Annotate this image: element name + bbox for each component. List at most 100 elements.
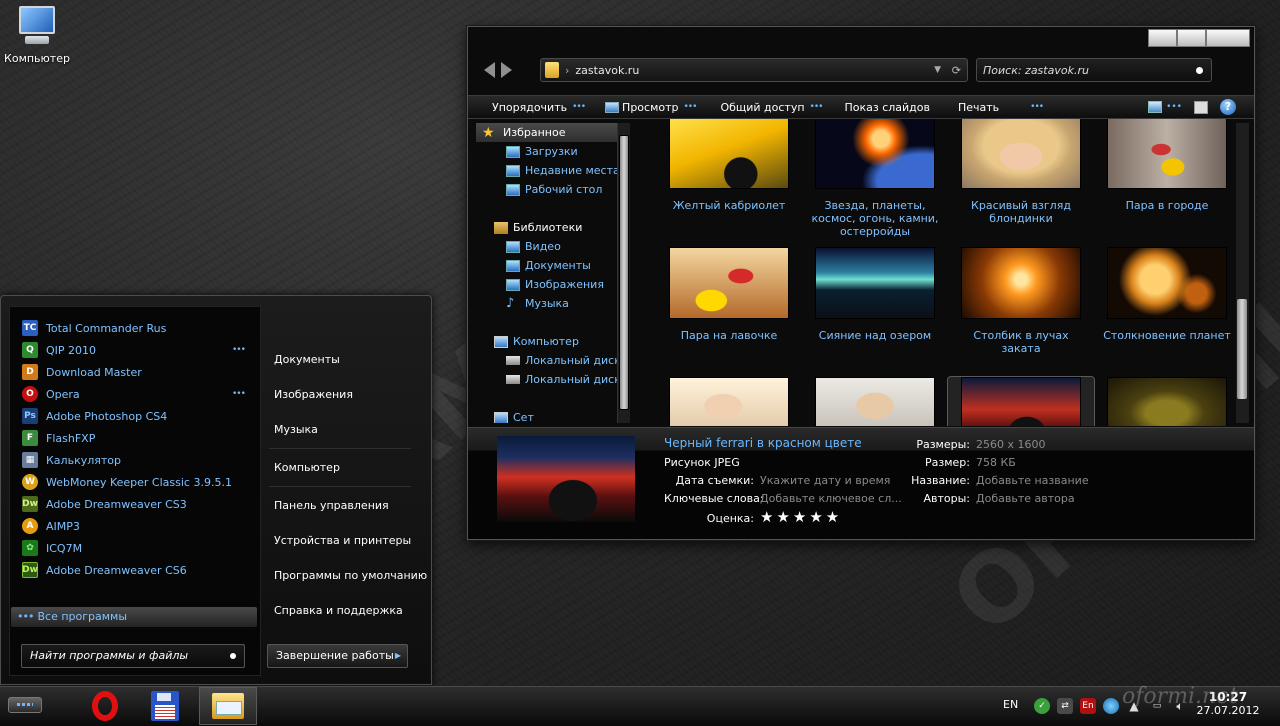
scrollbar-thumb[interactable] bbox=[619, 135, 629, 410]
program-download-master[interactable]: D Download Master bbox=[22, 361, 142, 383]
all-programs-button[interactable]: ••• Все программы bbox=[11, 607, 257, 627]
file-item[interactable]: Столбик в лучах заката bbox=[948, 247, 1094, 377]
language-indicator[interactable]: EN bbox=[1003, 698, 1018, 711]
more-icon: ••• bbox=[1030, 102, 1044, 112]
program-total-commander[interactable]: TC Total Commander Rus bbox=[22, 317, 166, 339]
nav-video[interactable]: Видео bbox=[476, 237, 631, 256]
close-button[interactable] bbox=[1206, 29, 1250, 47]
file-item[interactable]: Желтый кабриолет bbox=[656, 119, 802, 247]
search-icon[interactable] bbox=[1196, 67, 1203, 74]
program-photoshop[interactable]: Ps Adobe Photoshop CS4 bbox=[22, 405, 167, 427]
refresh-icon[interactable]: ⟳ bbox=[952, 64, 961, 77]
program-webmoney[interactable]: W WebMoney Keeper Classic 3.9.5.1 bbox=[22, 471, 232, 493]
change-view-icon[interactable] bbox=[1148, 101, 1163, 113]
nav-recent-places[interactable]: Недавние места bbox=[476, 161, 631, 180]
program-calculator[interactable]: ▦ Калькулятор bbox=[22, 449, 121, 471]
library-icon bbox=[494, 221, 508, 234]
slideshow-button[interactable]: Показ слайдов bbox=[844, 101, 930, 114]
help-icon[interactable]: ? bbox=[1220, 99, 1236, 115]
taskbar-save-app[interactable] bbox=[136, 687, 194, 725]
program-flashfxp[interactable]: F FlashFXP bbox=[22, 427, 95, 449]
dropdown-icon[interactable]: ••• bbox=[1166, 102, 1182, 112]
nav-desktop[interactable]: Рабочий стол bbox=[476, 180, 631, 199]
file-item[interactable] bbox=[802, 377, 948, 426]
search-input[interactable]: Поиск: zastavok.ru bbox=[976, 58, 1212, 82]
image-thumbnail bbox=[1107, 119, 1227, 189]
keywords-value[interactable]: Добавьте ключевое сл... bbox=[760, 492, 902, 505]
divider bbox=[269, 448, 411, 449]
more-commands-button[interactable]: ••• bbox=[1025, 102, 1044, 112]
rating-stars[interactable]: ★★★★★ bbox=[760, 508, 842, 526]
preview-pane-icon[interactable] bbox=[1194, 100, 1208, 114]
share-button[interactable]: Общий доступ ••• bbox=[720, 101, 823, 114]
program-aimp3[interactable]: A AIMP3 bbox=[22, 515, 80, 537]
print-button[interactable]: Печать bbox=[958, 101, 999, 114]
start-link-devices-printers[interactable]: Устройства и принтеры bbox=[274, 534, 411, 547]
keyboard-layout-icon[interactable]: En bbox=[1080, 698, 1096, 714]
submenu-icon[interactable]: ••• bbox=[232, 389, 246, 399]
taskbar-opera[interactable] bbox=[76, 687, 134, 725]
globe-icon[interactable] bbox=[1103, 698, 1119, 714]
start-link-computer[interactable]: Компьютер bbox=[274, 461, 340, 474]
program-dreamweaver-cs3[interactable]: Dw Adobe Dreamweaver CS3 bbox=[22, 493, 187, 515]
organize-button[interactable]: Упорядочить ••• bbox=[492, 101, 586, 114]
nav-libraries[interactable]: Библиотеки bbox=[476, 218, 631, 237]
program-qip[interactable]: Q QIP 2010 ••• bbox=[22, 339, 246, 361]
qip-icon: Q bbox=[22, 342, 38, 358]
size-label: Размер: bbox=[925, 456, 970, 469]
authors-value[interactable]: Добавьте автора bbox=[976, 492, 1075, 505]
file-item[interactable]: Столкновение планет bbox=[1094, 247, 1236, 377]
nav-local-disk-d[interactable]: Локальный диск ( bbox=[476, 370, 631, 389]
shutdown-button[interactable]: Завершение работы ▶ bbox=[267, 644, 408, 668]
nav-pictures[interactable]: Изображения bbox=[476, 275, 631, 294]
scrollbar-thumb[interactable] bbox=[1237, 299, 1247, 399]
chevron-right-icon[interactable]: ▶ bbox=[395, 645, 401, 667]
maximize-button[interactable] bbox=[1177, 29, 1206, 47]
taskbar-explorer[interactable] bbox=[199, 687, 257, 725]
file-item-selected[interactable] bbox=[947, 376, 1095, 426]
shutdown-label: Завершение работы bbox=[276, 649, 394, 662]
desktop-icon-computer[interactable]: Компьютер bbox=[4, 6, 70, 65]
file-item[interactable]: Пара в городе bbox=[1094, 119, 1236, 247]
title-value[interactable]: Добавьте название bbox=[976, 474, 1089, 487]
file-item[interactable]: Звезда, планеты, космос, огонь, камни, о… bbox=[802, 119, 948, 247]
file-item[interactable] bbox=[656, 377, 802, 426]
program-dreamweaver-cs6[interactable]: Dw Adobe Dreamweaver CS6 bbox=[22, 559, 187, 581]
submenu-icon[interactable]: ••• bbox=[232, 345, 246, 355]
details-pane: Черный ferrari в красном цвете Рисунок J… bbox=[468, 427, 1254, 539]
start-link-music[interactable]: Музыка bbox=[274, 423, 318, 436]
start-link-pictures[interactable]: Изображения bbox=[274, 388, 353, 401]
nav-scrollbar[interactable] bbox=[617, 123, 630, 423]
minimize-button[interactable] bbox=[1148, 29, 1177, 47]
start-link-control-panel[interactable]: Панель управления bbox=[274, 499, 389, 512]
view-button[interactable]: Просмотр ••• bbox=[605, 101, 697, 114]
nav-favorites[interactable]: ★ Избранное bbox=[476, 123, 618, 142]
nav-downloads[interactable]: Загрузки bbox=[476, 142, 631, 161]
nav-music[interactable]: ♪ Музыка bbox=[476, 294, 631, 313]
chevron-down-icon[interactable]: ▼ bbox=[934, 65, 941, 75]
program-icq7m[interactable]: ✿ ICQ7M bbox=[22, 537, 82, 559]
program-opera[interactable]: O Opera ••• bbox=[22, 383, 246, 405]
file-item[interactable]: Пара на лавочке bbox=[656, 247, 802, 377]
start-link-documents[interactable]: Документы bbox=[274, 353, 340, 366]
forward-icon[interactable] bbox=[501, 62, 512, 78]
address-field[interactable]: › zastavok.ru ▼ ⟳ bbox=[540, 58, 968, 82]
icq-tray-icon[interactable]: ✓ bbox=[1034, 698, 1050, 714]
file-item[interactable] bbox=[1094, 377, 1236, 426]
nav-local-disk-c[interactable]: Локальный диск ( bbox=[476, 351, 631, 370]
start-link-help-support[interactable]: Справка и поддержка bbox=[274, 604, 403, 617]
program-label: Download Master bbox=[46, 365, 142, 379]
file-item[interactable]: Красивый взгляд блондинки bbox=[948, 119, 1094, 247]
search-icon[interactable] bbox=[230, 653, 236, 659]
nav-network[interactable]: Сет bbox=[476, 408, 631, 423]
network-icon[interactable]: ⇄ bbox=[1057, 698, 1073, 714]
start-button[interactable] bbox=[8, 697, 42, 713]
nav-documents[interactable]: Документы bbox=[476, 256, 631, 275]
back-icon[interactable] bbox=[484, 62, 495, 78]
start-search-input[interactable]: Найти программы и файлы bbox=[21, 644, 245, 668]
nav-computer[interactable]: Компьютер bbox=[476, 332, 631, 351]
date-value[interactable]: Укажите дату и время bbox=[760, 474, 890, 487]
start-link-default-programs[interactable]: Программы по умолчанию bbox=[274, 569, 427, 582]
content-scrollbar[interactable] bbox=[1236, 123, 1249, 423]
file-item[interactable]: Сияние над озером bbox=[802, 247, 948, 377]
